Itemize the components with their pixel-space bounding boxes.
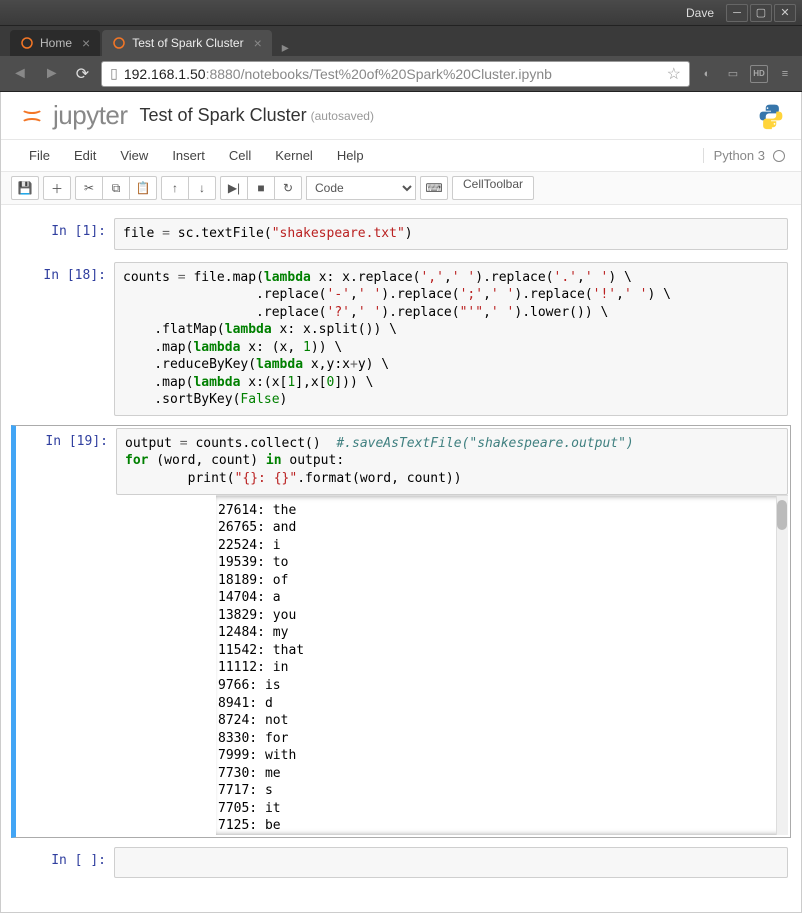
jupyter-logo[interactable]: jupyter <box>17 100 128 131</box>
code-input[interactable]: file = sc.textFile("shakespeare.txt") <box>114 218 788 250</box>
celltype-select[interactable]: Code <box>306 176 416 200</box>
code-cell[interactable]: In [18]:counts = file.map(lambda x: x.re… <box>11 259 791 419</box>
output-area[interactable]: 27614: the 26765: and 22524: i 19539: to… <box>216 495 788 835</box>
os-user: Dave <box>686 6 714 20</box>
kernel-name[interactable]: Python 3 <box>703 148 769 163</box>
notebook-page: jupyter Test of Spark Cluster (autosaved… <box>0 92 802 913</box>
url-path: :8880/notebooks/Test%20of%20Spark%20Clus… <box>206 66 552 82</box>
menu-insert[interactable]: Insert <box>160 144 217 167</box>
jupyter-favicon-icon <box>20 36 34 50</box>
hd-icon[interactable]: HD <box>750 65 768 83</box>
notebook-title[interactable]: Test of Spark Cluster <box>140 105 307 126</box>
browser-tab-notebook[interactable]: Test of Spark Cluster × <box>102 30 272 56</box>
extension-icon[interactable]: ◐ <box>698 65 716 83</box>
toolbar: 💾 ＋ ✂ ⧉ 📋 ↑ ↓ ▶| ■ ↻ Code ⌨ CellToolbar <box>1 172 801 205</box>
run-group: ▶| ■ ↻ <box>220 176 302 200</box>
os-titlebar: Dave ─ ▢ ✕ <box>0 0 802 26</box>
reload-button[interactable]: ⟳ <box>72 64 93 84</box>
new-tab-button[interactable]: ▸ <box>274 39 297 56</box>
tab-title: Home <box>40 36 72 50</box>
cell-body: output = counts.collect() #.saveAsTextFi… <box>116 428 788 835</box>
jupyter-logo-text: jupyter <box>53 100 128 131</box>
notebook-header: jupyter Test of Spark Cluster (autosaved… <box>1 92 801 140</box>
cell-body: file = sc.textFile("shakespeare.txt") <box>114 218 788 250</box>
code-input[interactable] <box>114 847 788 879</box>
browser-tab-home[interactable]: Home × <box>10 30 100 56</box>
kernel-indicator-icon[interactable] <box>773 150 785 162</box>
menu-view[interactable]: View <box>108 144 160 167</box>
input-prompt: In [1]: <box>14 218 114 250</box>
menu-help[interactable]: Help <box>325 144 376 167</box>
browser-url-bar: ◄ ► ⟳ ▯ 192.168.1.50:8880/notebooks/Test… <box>0 56 802 92</box>
tab-title: Test of Spark Cluster <box>132 36 243 50</box>
maximize-button[interactable]: ▢ <box>750 4 772 22</box>
scrollbar-thumb[interactable] <box>777 500 787 530</box>
input-prompt: In [19]: <box>16 428 116 835</box>
python-logo-icon <box>757 102 785 130</box>
minimize-button[interactable]: ─ <box>726 4 748 22</box>
input-prompt: In [18]: <box>14 262 114 416</box>
paste-button[interactable]: 📋 <box>129 176 157 200</box>
page-icon: ▯ <box>110 65 118 82</box>
scrollbar-track[interactable] <box>776 496 788 835</box>
output-prompt <box>116 495 216 835</box>
cast-icon[interactable]: ▭ <box>724 65 742 83</box>
tab-close-icon[interactable]: × <box>82 35 90 51</box>
jupyter-logo-icon <box>17 101 47 131</box>
code-cell[interactable]: In [ ]: <box>11 844 791 882</box>
stop-button[interactable]: ■ <box>247 176 275 200</box>
menu-edit[interactable]: Edit <box>62 144 108 167</box>
move-down-button[interactable]: ↓ <box>188 176 216 200</box>
cut-button[interactable]: ✂ <box>75 176 103 200</box>
jupyter-favicon-icon <box>112 36 126 50</box>
cell-body: counts = file.map(lambda x: x.replace(',… <box>114 262 788 416</box>
notebook-container[interactable]: In [1]:file = sc.textFile("shakespeare.t… <box>1 205 801 912</box>
menu-kernel[interactable]: Kernel <box>263 144 325 167</box>
output-row: 27614: the 26765: and 22524: i 19539: to… <box>116 495 788 835</box>
edit-group: ✂ ⧉ 📋 <box>75 176 157 200</box>
copy-button[interactable]: ⧉ <box>102 176 130 200</box>
cell-body <box>114 847 788 879</box>
run-button[interactable]: ▶| <box>220 176 248 200</box>
add-cell-button[interactable]: ＋ <box>43 176 71 200</box>
menu-bar: File Edit View Insert Cell Kernel Help P… <box>1 140 801 172</box>
forward-button: ► <box>40 65 64 83</box>
address-bar[interactable]: ▯ 192.168.1.50:8880/notebooks/Test%20of%… <box>101 61 690 87</box>
code-input[interactable]: counts = file.map(lambda x: x.replace(',… <box>114 262 788 416</box>
code-cell[interactable]: In [1]:file = sc.textFile("shakespeare.t… <box>11 215 791 253</box>
url-host: 192.168.1.50 <box>124 66 206 82</box>
close-window-button[interactable]: ✕ <box>774 4 796 22</box>
command-palette-button[interactable]: ⌨ <box>420 176 448 200</box>
back-button[interactable]: ◄ <box>8 65 32 83</box>
input-prompt: In [ ]: <box>14 847 114 879</box>
celltoolbar-button[interactable]: CellToolbar <box>452 176 534 200</box>
autosave-status: (autosaved) <box>311 109 374 123</box>
code-cell[interactable]: In [19]:output = counts.collect() #.save… <box>11 425 791 838</box>
browser-tab-strip: Home × Test of Spark Cluster × ▸ <box>0 26 802 56</box>
bookmark-star-icon[interactable]: ☆ <box>667 64 681 84</box>
restart-button[interactable]: ↻ <box>274 176 302 200</box>
menu-icon[interactable]: ≡ <box>776 65 794 83</box>
tab-close-icon[interactable]: × <box>254 35 262 51</box>
move-up-button[interactable]: ↑ <box>161 176 189 200</box>
save-button[interactable]: 💾 <box>11 176 39 200</box>
move-group: ↑ ↓ <box>161 176 216 200</box>
menu-file[interactable]: File <box>17 144 62 167</box>
menu-cell[interactable]: Cell <box>217 144 263 167</box>
code-input[interactable]: output = counts.collect() #.saveAsTextFi… <box>116 428 788 495</box>
